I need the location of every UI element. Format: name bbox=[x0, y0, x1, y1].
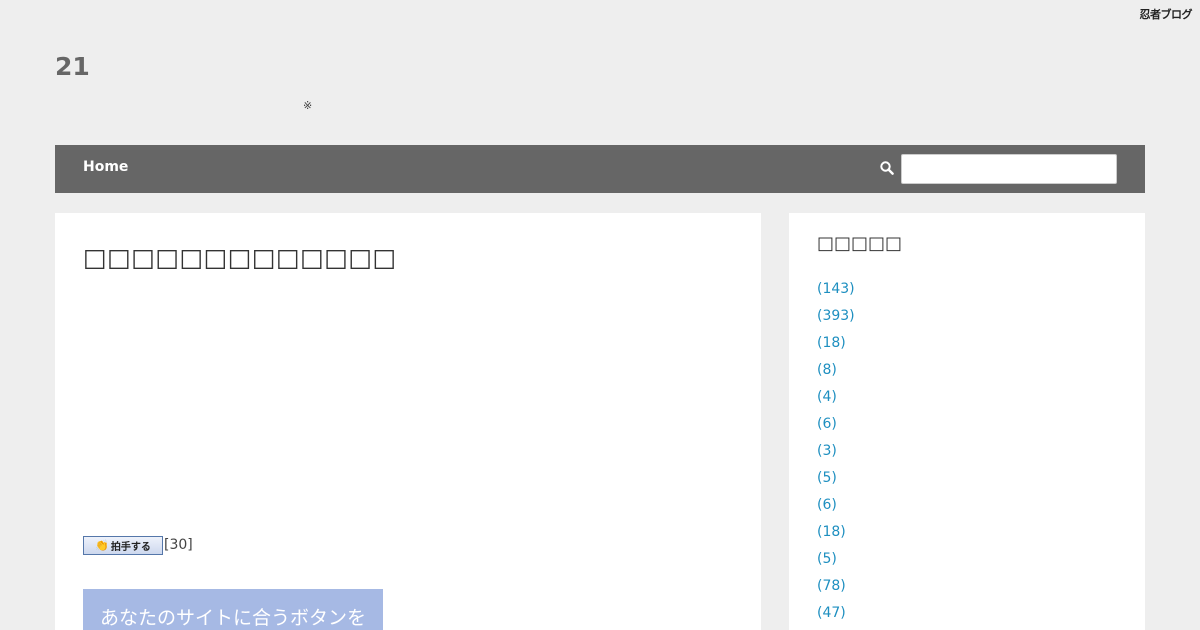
main-content: □□□□□□□□□□□□□ 👏 拍手する [30] あなたのサイトに合うボタンを bbox=[55, 213, 761, 630]
clap-count: [30] bbox=[164, 537, 193, 553]
site-title[interactable]: 21 bbox=[55, 52, 90, 81]
ninja-blog-logo[interactable]: 忍者ブログ bbox=[1140, 6, 1193, 22]
category-item[interactable]: (5) bbox=[817, 468, 855, 495]
search-icon[interactable] bbox=[880, 161, 894, 175]
category-item[interactable]: (6) bbox=[817, 414, 855, 441]
category-item[interactable]: (47) bbox=[817, 603, 855, 630]
clap-hand-icon: 👏 bbox=[95, 538, 109, 552]
clap-row: 👏 拍手する [30] bbox=[83, 535, 193, 555]
category-item[interactable]: (143) bbox=[817, 279, 855, 306]
category-item[interactable]: (18) bbox=[817, 333, 855, 360]
category-item[interactable]: (3) bbox=[817, 441, 855, 468]
search-input[interactable] bbox=[901, 154, 1117, 184]
nav-home-link[interactable]: Home bbox=[83, 159, 128, 175]
category-item[interactable]: (18) bbox=[817, 522, 855, 549]
category-item[interactable]: (6) bbox=[817, 495, 855, 522]
category-item[interactable]: (78) bbox=[817, 576, 855, 603]
category-item[interactable]: (393) bbox=[817, 306, 855, 333]
category-list: (143) (393) (18) (8) (4) (6) (3) (5) (6)… bbox=[817, 279, 855, 630]
category-item[interactable]: (8) bbox=[817, 360, 855, 387]
sidebar-title: □□□□□ bbox=[817, 233, 903, 254]
ad-banner-text: あなたのサイトに合うボタンを bbox=[100, 607, 367, 629]
ad-banner[interactable]: あなたのサイトに合うボタンを bbox=[83, 589, 383, 630]
sidebar: □□□□□ (143) (393) (18) (8) (4) (6) (3) (… bbox=[789, 213, 1145, 630]
entry-title[interactable]: □□□□□□□□□□□□□ bbox=[83, 243, 397, 272]
clap-button[interactable]: 👏 拍手する bbox=[83, 535, 163, 555]
site-description: ※ bbox=[303, 99, 313, 112]
main-navbar: Home bbox=[55, 145, 1145, 193]
category-item[interactable]: (4) bbox=[817, 387, 855, 414]
clap-button-label: 拍手する bbox=[110, 541, 151, 553]
category-item[interactable]: (5) bbox=[817, 549, 855, 576]
